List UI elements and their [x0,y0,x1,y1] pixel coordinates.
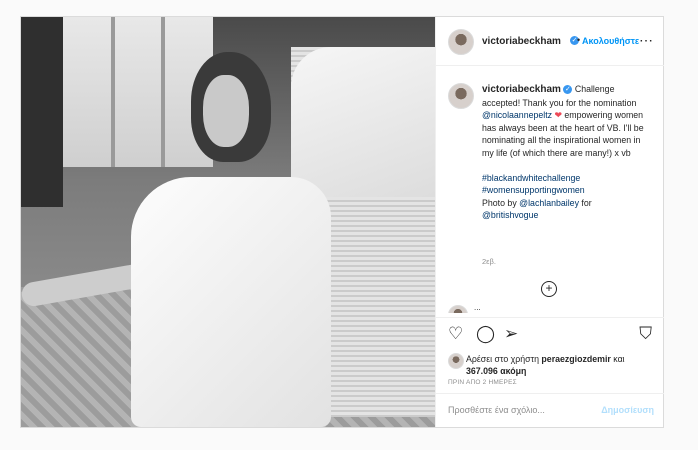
mention-link[interactable]: @lachlanbailey [519,198,579,208]
bookmark-icon[interactable]: ⛉ [639,324,652,344]
likes-prefix: Αρέσει στο χρήστη [466,354,542,364]
caption-text: victoriabeckham ✓ Challenge accepted! Th… [482,83,652,222]
hashtag-link[interactable]: #blackandwhitechallenge [482,173,580,183]
share-icon[interactable]: ➢ [504,324,518,344]
post-photo[interactable] [21,17,435,427]
comment-peek: ... [448,303,658,313]
likes-text: Αρέσει στο χρήστη peraezgiozdemir και 36… [466,353,656,377]
more-dots-icon[interactable]: ⋯ [639,32,654,49]
avatar[interactable] [448,29,474,55]
photo-by-text: Photo by [482,197,520,208]
likes-suffix: και [610,354,625,364]
follow-button[interactable]: Ακολουθήστε [582,36,639,46]
verified-badge-icon: ✓ [563,85,573,95]
action-bar: ♡ ◯ ➢ ⛉ [436,317,664,352]
load-more-comments-button[interactable]: + [541,281,557,297]
caption-time[interactable]: 2εβ. [482,257,496,266]
header-username[interactable]: victoriabeckham [482,36,561,47]
peek-comment: ... [474,303,481,312]
add-comment-section: Προσθέστε ένα σχόλιο... Δημοσίευση [436,393,664,428]
avatar[interactable] [448,353,464,369]
likes-count[interactable]: 367.096 ακόμη [466,366,526,376]
heart-icon[interactable]: ♡ [448,324,463,344]
post-comment-button[interactable]: Δημοσίευση [601,405,654,415]
likes-section: Αρέσει στο χρήστη peraezgiozdemir και 36… [436,351,664,381]
post-sidebar: victoriabeckham ✓ • Ακολουθήστε ⋯ victor… [435,17,664,427]
likes-user[interactable]: peraezgiozdemir [541,354,610,364]
for-text: for [578,197,592,208]
dot-separator: • [577,35,581,45]
caption: victoriabeckham ✓ Challenge accepted! Th… [436,65,664,301]
post-header: victoriabeckham ✓ • Ακολουθήστε ⋯ [436,17,664,66]
avatar[interactable] [448,305,468,313]
post-date[interactable]: ΠΡΙΝ ΑΠΟ 2 ΗΜΕΡΕΣ [448,379,517,386]
hashtag-link[interactable]: #womensupportingwomen [482,185,585,195]
comment-icon[interactable]: ◯ [476,324,495,344]
post-card: victoriabeckham ✓ • Ακολουθήστε ⋯ victor… [20,16,664,428]
mention-link[interactable]: @britishvogue [482,210,538,220]
mention-link[interactable]: @nicolaannepeltz [482,110,552,120]
avatar[interactable] [448,83,474,109]
comment-input[interactable]: Προσθέστε ένα σχόλιο... [448,405,545,415]
red-heart-icon: ❤ [554,110,562,120]
caption-username[interactable]: victoriabeckham [482,84,561,95]
